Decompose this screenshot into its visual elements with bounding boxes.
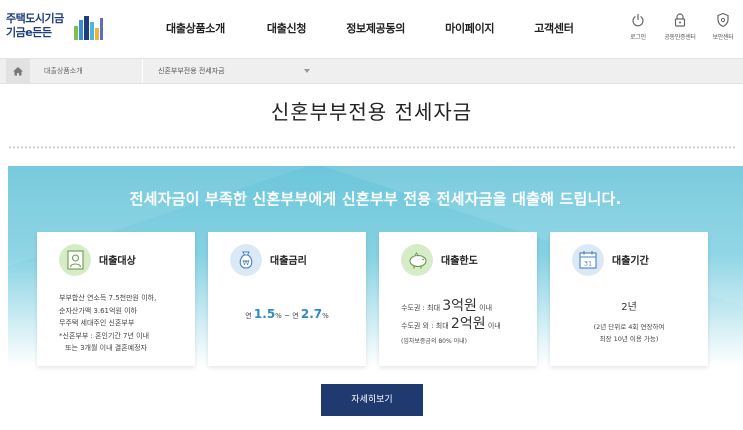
- page-title: 신혼부부전용 전세자금: [270, 100, 473, 124]
- rate-max-value: 2.7: [300, 307, 323, 321]
- loan-target-line: 무주택 세대주인 신혼부부: [59, 319, 135, 327]
- loan-target-line: 또는 3개월 이내 결혼예정자: [65, 344, 147, 352]
- nav-item-support[interactable]: 고객센터: [534, 0, 574, 58]
- logo-line-1: 주택도시기금: [6, 12, 64, 25]
- card-loan-term-title: 대출기간: [612, 256, 649, 267]
- breadcrumb-divider: [142, 59, 143, 83]
- card-loan-rate-body: 연 1.5% ~ 연 2.7%: [208, 308, 366, 323]
- view-details-button[interactable]: 자세히보기: [321, 384, 423, 416]
- nav-item-mypage[interactable]: 마이페이지: [445, 0, 494, 58]
- breadcrumb-level-2-dropdown[interactable]: 신혼부부전용 전세자금: [158, 59, 318, 83]
- logo-line-2: 기금e든든: [6, 26, 52, 39]
- security-center-label: 보안센터: [712, 34, 734, 41]
- calendar-icon: 31: [572, 244, 604, 276]
- home-button[interactable]: [6, 59, 30, 83]
- certificate-center-link[interactable]: 공동인증센터: [660, 12, 700, 41]
- main-nav: 대출상품소개 대출신청 정보제공동의 마이페이지 고객센터: [150, 0, 574, 58]
- home-icon: [13, 67, 23, 76]
- header: 주택도시기금 기금e든든 대출상품소개 대출신청 정보제공동의 마이페이지 고객…: [0, 0, 743, 58]
- logo-text: 주택도시기금 기금e든든: [6, 12, 64, 40]
- limit-noncapital-suffix: 이내: [487, 322, 501, 330]
- shield-icon: [717, 12, 729, 28]
- card-loan-target-body: 부부합산 연소득 7.5천만원 이하, 순자산가액 3.61억원 이하 무주택 …: [37, 292, 195, 355]
- piggy-bank-icon: [401, 244, 433, 276]
- logo-buildings-icon: [74, 16, 103, 40]
- card-loan-target: 대출대상 부부합산 연소득 7.5천만원 이하, 순자산가액 3.61억원 이하…: [37, 232, 195, 366]
- breadcrumb-level-1[interactable]: 대출상품소개: [44, 59, 83, 83]
- lock-icon: [674, 13, 686, 27]
- limit-capital-suffix: 이내: [479, 304, 493, 312]
- rate-min-value: 1.5: [253, 307, 276, 321]
- card-loan-target-title: 대출대상: [99, 256, 136, 267]
- nav-item-consent[interactable]: 정보제공동의: [346, 0, 405, 58]
- login-link[interactable]: 로그인: [618, 12, 658, 41]
- rate-prefix-max: 연: [292, 312, 299, 320]
- limit-row-capital: 수도권 : 최대 3억원 이내: [401, 298, 537, 316]
- rate-max-unit: %: [322, 312, 329, 320]
- card-loan-limit-body: 수도권 : 최대 3억원 이내 수도권 외 : 최대 2억원 이내 (임차보증금…: [379, 298, 537, 349]
- term-sub-1: (2년 단위로 4회 연장하여: [593, 322, 665, 331]
- rate-min-unit: %: [275, 312, 282, 320]
- limit-capital-prefix: 수도권 : 최대: [401, 304, 441, 312]
- rate-prefix-min: 연: [245, 312, 252, 320]
- login-label: 로그인: [630, 34, 646, 41]
- card-loan-rate: ₩ 대출금리 연 1.5% ~ 연 2.7%: [208, 232, 366, 366]
- card-loan-limit: 대출한도 수도권 : 최대 3억원 이내 수도권 외 : 최대 2억원 이내 (…: [379, 232, 537, 366]
- card-loan-rate-title: 대출금리: [270, 256, 307, 267]
- limit-capital-amount: 3억원: [442, 298, 477, 314]
- chevron-down-icon: [304, 69, 310, 73]
- security-center-link[interactable]: 보안센터: [703, 12, 743, 41]
- loan-target-line: 순자산가액 3.61억원 이하: [59, 306, 137, 315]
- limit-note: (임차보증금의 80% 이내): [401, 338, 467, 345]
- logo[interactable]: 주택도시기금 기금e든든: [6, 12, 103, 46]
- dotted-divider: [8, 146, 735, 149]
- limit-row-non-capital: 수도권 외 : 최대 2억원 이내: [401, 316, 537, 334]
- rate-separator: ~: [284, 312, 290, 320]
- calendar-day: 31: [584, 260, 592, 268]
- banner-headline: 전세자금이 부족한 신혼부부에게 신혼부부 전용 전세자금을 대출해 드립니다.: [129, 190, 622, 208]
- card-loan-term: 31 대출기간 2년 (2년 단위로 4회 연장하여 최장 10년 이용 가능): [550, 232, 708, 366]
- certificate-center-label: 공동인증센터: [664, 34, 696, 41]
- term-main: 2년: [621, 302, 637, 313]
- power-icon: [632, 14, 644, 27]
- loan-target-line: 부부합산 연소득 7.5천만원 이하,: [59, 294, 157, 302]
- person-card-icon: [59, 244, 91, 276]
- nav-item-products[interactable]: 대출상품소개: [166, 0, 225, 58]
- limit-noncapital-amount: 2억원: [450, 316, 486, 332]
- loan-target-line: *신혼부부 : 혼인기간 7년 이내: [59, 331, 150, 340]
- money-bag-icon: ₩: [230, 244, 262, 276]
- limit-noncapital-prefix: 수도권 외 : 최대: [401, 322, 449, 330]
- breadcrumb-level-2: 신혼부부전용 전세자금: [158, 67, 225, 75]
- card-loan-term-body: 2년 (2년 단위로 4회 연장하여 최장 10년 이용 가능): [550, 302, 708, 345]
- card-loan-limit-title: 대출한도: [441, 256, 478, 267]
- svg-text:₩: ₩: [243, 259, 250, 267]
- term-sub-2: 최장 10년 이용 가능): [599, 334, 659, 343]
- nav-item-apply[interactable]: 대출신청: [267, 0, 307, 58]
- breadcrumb: 대출상품소개 신혼부부전용 전세자금: [0, 58, 743, 84]
